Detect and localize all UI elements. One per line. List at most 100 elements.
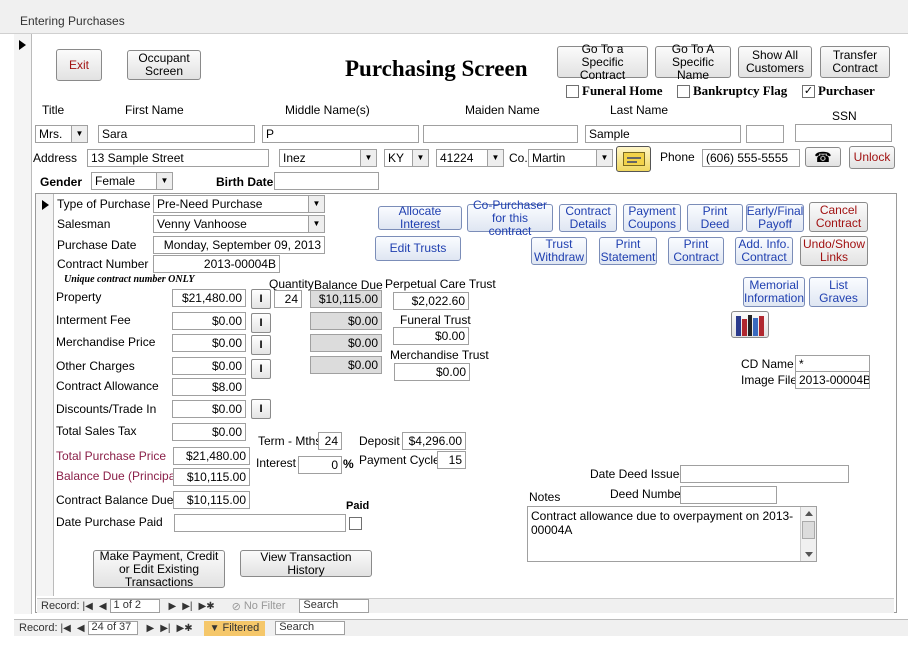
payment-coupons-button[interactable]: Payment Coupons [623,204,681,232]
subform-filter-status[interactable]: No Filter [244,600,286,612]
allocate-interest-button[interactable]: Allocate Interest [378,205,462,231]
first-record-icon[interactable]: |◀ [80,601,96,612]
bankruptcy-checkbox[interactable] [677,85,690,98]
print-contract-button[interactable]: Print Contract [668,237,724,265]
previous-record-icon[interactable]: ◀ [96,601,110,612]
middle-name-field[interactable]: P [262,125,419,143]
city-select[interactable]: Inez ▼ [279,149,377,167]
funeral-trust-field[interactable]: $0.00 [393,327,469,345]
quantity-field[interactable]: 24 [274,290,302,308]
sales-tax-field[interactable]: $0.00 [172,423,246,441]
funeral-home-label: Funeral Home [582,83,663,98]
payment-cycle-field[interactable]: 15 [437,451,466,469]
books-button[interactable] [731,311,769,338]
perpetual-care-field[interactable]: $2,022.60 [393,292,469,310]
exit-button[interactable]: Exit [56,49,102,81]
new-record-icon[interactable]: ▶✱ [196,601,218,612]
ssn-field[interactable] [795,124,892,142]
view-transaction-history-button[interactable]: View Transaction History [240,550,372,577]
purchaser-checkbox[interactable]: ✓ [802,85,815,98]
paid-checkbox[interactable] [349,517,362,530]
subform-record-position[interactable]: 1 of 2 [109,599,160,613]
deed-issued-label: Date Deed Issued [590,467,687,481]
property-price-field[interactable]: $21,480.00 [172,289,246,307]
property-info-button[interactable]: I [251,289,271,309]
interest-rate-field[interactable]: 0 [298,456,342,474]
first-name-field[interactable]: Sara [98,125,255,143]
date-paid-field[interactable] [174,514,346,532]
discounts-field[interactable]: $0.00 [172,400,246,418]
last-name-field[interactable]: Sample [585,125,741,143]
memorial-information-button[interactable]: Memorial Information [743,277,805,307]
merchandise-trust-field[interactable]: $0.00 [394,363,470,381]
other-charges-field[interactable]: $0.00 [172,357,246,375]
percent-sign: % [343,457,354,471]
trust-withdraw-button[interactable]: Trust Withdraw [531,237,587,265]
dial-button[interactable]: ☎ [805,147,841,167]
edit-trusts-button[interactable]: Edit Trusts [375,236,461,261]
envelope-button[interactable] [616,146,651,172]
title-select[interactable]: Mrs. ▼ [35,125,88,143]
last-record-icon[interactable]: ▶| [179,601,195,612]
main-search-input[interactable]: Search [275,621,346,635]
image-file-field[interactable]: 2013-00004B.p [795,371,870,389]
interment-fee-field[interactable]: $0.00 [172,312,246,330]
transfer-contract-button[interactable]: Transfer Contract [820,46,890,78]
goto-contract-button[interactable]: Go To a Specific Contract [557,42,648,81]
next-record-icon[interactable]: ▶ [166,601,180,612]
print-statement-button[interactable]: Print Statement [599,237,657,265]
print-deed-button[interactable]: Print Deed [687,204,743,232]
cancel-contract-button[interactable]: Cancel Contract [809,202,868,232]
county-select[interactable]: Martin ▼ [528,149,613,167]
discounts-info-button[interactable]: I [251,399,271,419]
notes-scrollbar[interactable] [800,507,816,561]
phone-field[interactable]: (606) 555-5555 [702,149,800,167]
main-record-position[interactable]: 24 of 37 [87,621,138,635]
first-record-icon[interactable]: |◀ [58,623,74,634]
record-selector[interactable] [14,34,32,614]
term-months-field[interactable]: 24 [318,432,342,450]
unlock-button[interactable]: Unlock [849,146,895,169]
deed-issued-field[interactable] [680,465,849,483]
additional-info-button[interactable]: Add. Info. Contract [735,237,793,265]
suffix-field[interactable] [746,125,784,143]
list-graves-button[interactable]: List Graves [809,277,868,307]
deposit-field[interactable]: $4,296.00 [402,432,466,450]
contract-details-button[interactable]: Contract Details [559,204,617,232]
merchandise-price-field[interactable]: $0.00 [172,334,246,352]
purchase-date-field[interactable]: Monday, September 09, 2013 [153,236,325,254]
occupant-screen-button[interactable]: Occupant Screen [127,50,201,80]
contract-number-field[interactable]: 2013-00004B [153,255,280,273]
state-select[interactable]: KY ▼ [384,149,429,167]
subform-record-selector[interactable] [36,194,54,596]
contract-allowance-field[interactable]: $8.00 [172,378,246,396]
notes-textarea[interactable]: Contract allowance due to overpayment on… [527,506,817,562]
co-purchaser-button[interactable]: Co-Purchaser for this contract [467,198,553,237]
deed-number-field[interactable] [680,486,777,504]
undo-show-links-button[interactable]: Undo/Show Links [800,236,868,266]
next-record-icon[interactable]: ▶ [144,623,158,634]
goto-name-button[interactable]: Go To A Specific Name [655,42,731,81]
purchase-type-select[interactable]: Pre-Need Purchase ▼ [153,195,325,213]
merchandise-balance-field: $0.00 [310,334,382,352]
address-field[interactable]: 13 Sample Street [87,149,269,167]
previous-record-icon[interactable]: ◀ [74,623,88,634]
phone-label: Phone [660,150,695,164]
zip-select[interactable]: 41224 ▼ [436,149,504,167]
interment-info-button[interactable]: I [251,313,271,333]
new-record-icon[interactable]: ▶✱ [174,623,196,634]
maiden-name-field[interactable] [423,125,578,143]
salesman-select[interactable]: Venny Vanhoose ▼ [153,215,325,233]
subform-search-input[interactable]: Search [299,599,370,613]
merchandise-info-button[interactable]: I [251,335,271,355]
other-charges-info-button[interactable]: I [251,359,271,379]
make-payment-button[interactable]: Make Payment, Credit or Edit Existing Tr… [93,549,225,588]
contract-balance-field: $10,115.00 [173,491,250,509]
funeral-home-checkbox[interactable] [566,85,579,98]
last-record-icon[interactable]: ▶| [157,623,173,634]
show-all-customers-button[interactable]: Show All Customers [738,46,812,78]
birth-date-field[interactable] [274,172,379,190]
gender-select[interactable]: Female ▼ [91,172,173,190]
filtered-toggle[interactable]: ▼ Filtered [203,620,266,636]
early-payoff-button[interactable]: Early/Final Payoff [746,204,804,232]
